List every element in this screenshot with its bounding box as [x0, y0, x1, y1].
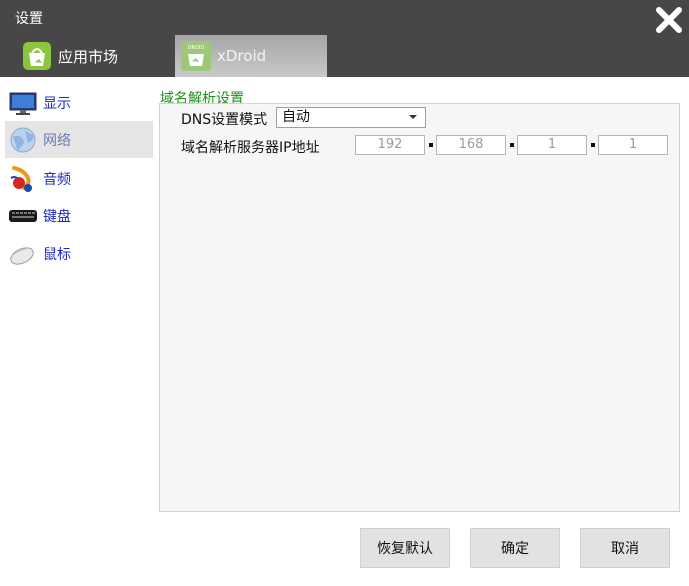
- title-bar: 设置 应用市场 DROID xDroid: [0, 0, 689, 77]
- sidebar-item-keyboard[interactable]: 键盘: [5, 197, 153, 234]
- close-icon: [656, 7, 682, 33]
- tab-app-market[interactable]: 应用市场: [10, 35, 170, 77]
- sidebar-item-label: 音频: [43, 171, 71, 188]
- window-title: 设置: [15, 11, 43, 27]
- dns-server-ip-label: 域名解析服务器IP地址: [181, 140, 320, 156]
- ip-octet-4-input[interactable]: 1: [598, 135, 668, 155]
- restore-default-button[interactable]: 恢复默认: [360, 528, 450, 568]
- tab-xdroid[interactable]: DROID xDroid: [175, 35, 327, 77]
- tab-app-market-label: 应用市场: [58, 47, 119, 66]
- android-market-icon: [23, 42, 51, 70]
- sidebar-item-audio[interactable]: 音频: [5, 160, 153, 197]
- ip-separator-dot: [510, 143, 514, 147]
- audio-icon: [8, 164, 38, 194]
- mouse-icon: [8, 239, 38, 269]
- ip-octet-3-input[interactable]: 1: [517, 135, 587, 155]
- sidebar-item-label: 显示: [43, 95, 71, 112]
- dns-mode-value: 自动: [282, 109, 310, 125]
- tab-xdroid-label: xDroid: [217, 47, 267, 65]
- ip-separator-dot: [591, 143, 595, 147]
- dns-mode-label: DNS设置模式: [181, 112, 268, 128]
- ip-octet-2-input[interactable]: 168: [436, 135, 506, 155]
- sidebar-item-label: 网络: [43, 132, 71, 149]
- sidebar-item-mouse[interactable]: 鼠标: [5, 235, 153, 272]
- ip-octet-1-input[interactable]: 192: [355, 135, 425, 155]
- sidebar-item-label: 鼠标: [43, 246, 71, 263]
- sidebar-item-network[interactable]: 网络: [5, 121, 153, 158]
- ok-button[interactable]: 确定: [470, 528, 560, 568]
- globe-icon: [8, 125, 38, 155]
- sidebar-item-label: 键盘: [43, 208, 71, 225]
- cancel-button[interactable]: 取消: [580, 528, 670, 568]
- xdroid-icon-text: DROID: [188, 45, 205, 51]
- keyboard-icon: [8, 201, 38, 231]
- close-button[interactable]: [653, 4, 685, 36]
- sidebar-item-display[interactable]: 显示: [5, 84, 153, 121]
- dns-mode-select[interactable]: 自动: [276, 107, 426, 128]
- dropdown-arrow-icon: [409, 115, 417, 119]
- monitor-icon: [8, 88, 38, 118]
- xdroid-icon: DROID: [181, 41, 211, 71]
- dns-settings-panel: [159, 103, 680, 512]
- ip-separator-dot: [429, 143, 433, 147]
